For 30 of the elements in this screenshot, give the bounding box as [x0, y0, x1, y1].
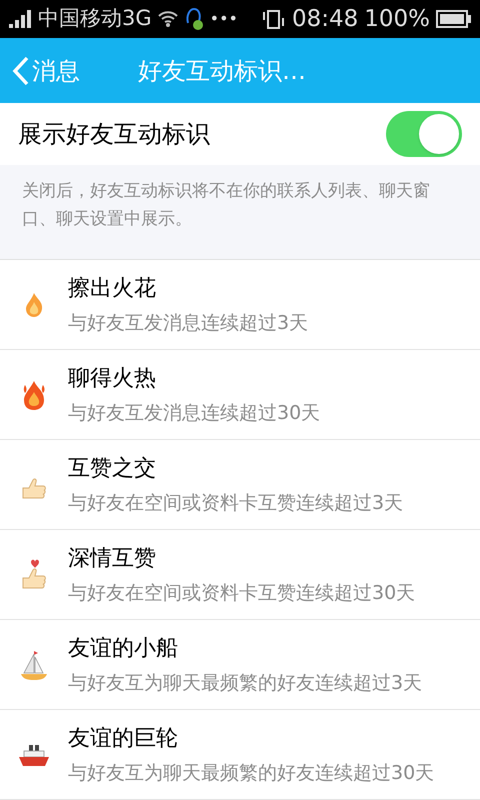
badge-title: 深情互赞: [68, 544, 157, 573]
badge-description: 与好友互发消息连续超过3天: [68, 310, 308, 336]
badge-title: 擦出火花: [68, 274, 157, 303]
badge-description: 与好友互发消息连续超过30天: [68, 400, 320, 426]
toggle-switch[interactable]: [386, 111, 462, 157]
more-dots: •••: [210, 8, 238, 30]
back-button[interactable]: 消息: [0, 52, 80, 88]
clock-text: 08:48: [292, 4, 358, 34]
wifi-icon: [158, 10, 178, 28]
badge-title: 友谊的小船: [68, 634, 179, 663]
flame-icon: [21, 378, 47, 410]
badge-title: 聊得火热: [68, 364, 157, 393]
battery-text: 100%: [364, 4, 430, 34]
page-title: 好友互动标识…: [138, 56, 306, 86]
note-text: 关闭后，好友互动标识将不在你的联系人列表、聊天窗口、聊天设置中展示。: [22, 180, 431, 231]
badge-description: 与好友互为聊天最频繁的好友连续超过30天: [68, 760, 434, 786]
badge-description: 与好友在空间或资料卡互赞连续超过30天: [68, 580, 416, 606]
signal-icon: [8, 9, 32, 29]
battery-icon: [436, 10, 472, 28]
notification-icon: [184, 7, 204, 31]
back-chevron-icon: [12, 54, 30, 86]
badge-title: 友谊的巨轮: [68, 724, 179, 753]
thumbs-up-heart-icon: [21, 558, 47, 592]
carrier-text: 中国移动3G: [38, 5, 152, 32]
vibrate-icon: [262, 8, 286, 30]
toggle-label: 展示好友互动标识: [18, 119, 210, 150]
badge-title: 互赞之交: [68, 454, 157, 483]
badge-description: 与好友互为聊天最频繁的好友连续超过3天: [68, 670, 422, 696]
flame-icon: [24, 292, 44, 318]
badge-description: 与好友在空间或资料卡互赞连续超过3天: [68, 490, 404, 516]
